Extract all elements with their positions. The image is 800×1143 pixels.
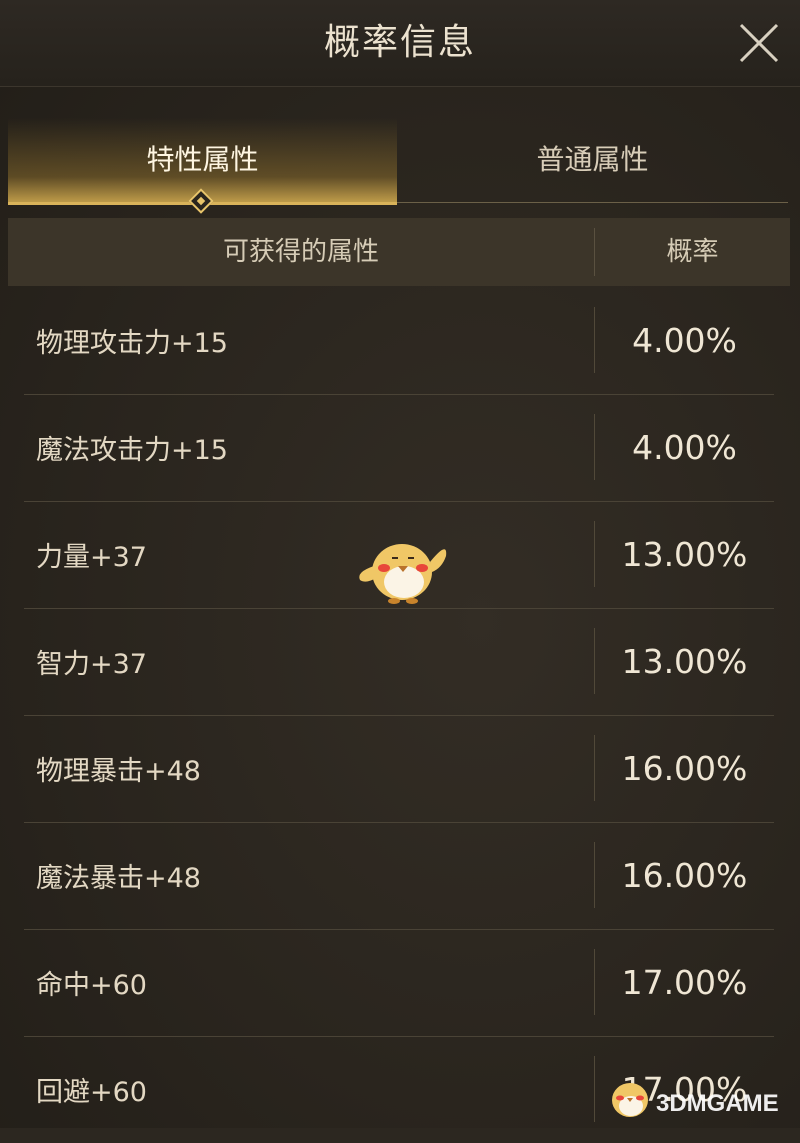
probability-value: 4.00% (632, 428, 737, 467)
probability-dialog: 概率信息 特性属性 普通属性 可获得的属性 概率 物理攻击力+15 4.00% … (0, 0, 800, 1128)
header-probability: 概率 (666, 237, 719, 267)
attribute-name: 命中+60 (36, 970, 147, 1001)
probability-value: 17.00% (621, 963, 748, 1002)
dialog-title: 概率信息 (323, 22, 476, 63)
table-row: 魔法攻击力+15 4.00% (24, 394, 774, 502)
probability-value: 4.00% (632, 321, 737, 360)
attribute-name: 魔法暴击+48 (36, 863, 201, 894)
table-row: 命中+60 17.00% (24, 929, 774, 1037)
watermark-text: 3DMGAME (656, 1090, 779, 1117)
close-icon (739, 23, 779, 63)
table-row: 物理暴击+48 16.00% (24, 715, 774, 823)
mascot-icon (359, 544, 447, 604)
attribute-name: 物理攻击力+15 (36, 328, 228, 359)
probability-value: 13.00% (621, 535, 748, 574)
tab-bar: 特性属性 普通属性 (8, 118, 788, 205)
title-bar: 概率信息 (0, 0, 800, 87)
attribute-name: 智力+37 (36, 649, 147, 680)
attribute-name: 回避+60 (36, 1077, 147, 1108)
close-button[interactable] (738, 22, 780, 64)
probability-value: 16.00% (621, 856, 748, 895)
table-header: 可获得的属性 概率 (8, 218, 790, 286)
table-row: 魔法暴击+48 16.00% (24, 822, 774, 930)
watermark-mascot-icon (612, 1083, 648, 1117)
attribute-name: 物理暴击+48 (36, 756, 201, 787)
probability-value: 13.00% (621, 642, 748, 681)
attribute-name: 力量+37 (36, 542, 147, 573)
tab-normal-attributes[interactable]: 普通属性 (397, 118, 788, 202)
header-attribute: 可获得的属性 (222, 237, 379, 267)
table-row: 智力+37 13.00% (24, 608, 774, 716)
table-row: 物理攻击力+15 4.00% (24, 287, 774, 395)
attribute-name: 魔法攻击力+15 (36, 435, 228, 466)
probability-value: 16.00% (621, 749, 748, 788)
